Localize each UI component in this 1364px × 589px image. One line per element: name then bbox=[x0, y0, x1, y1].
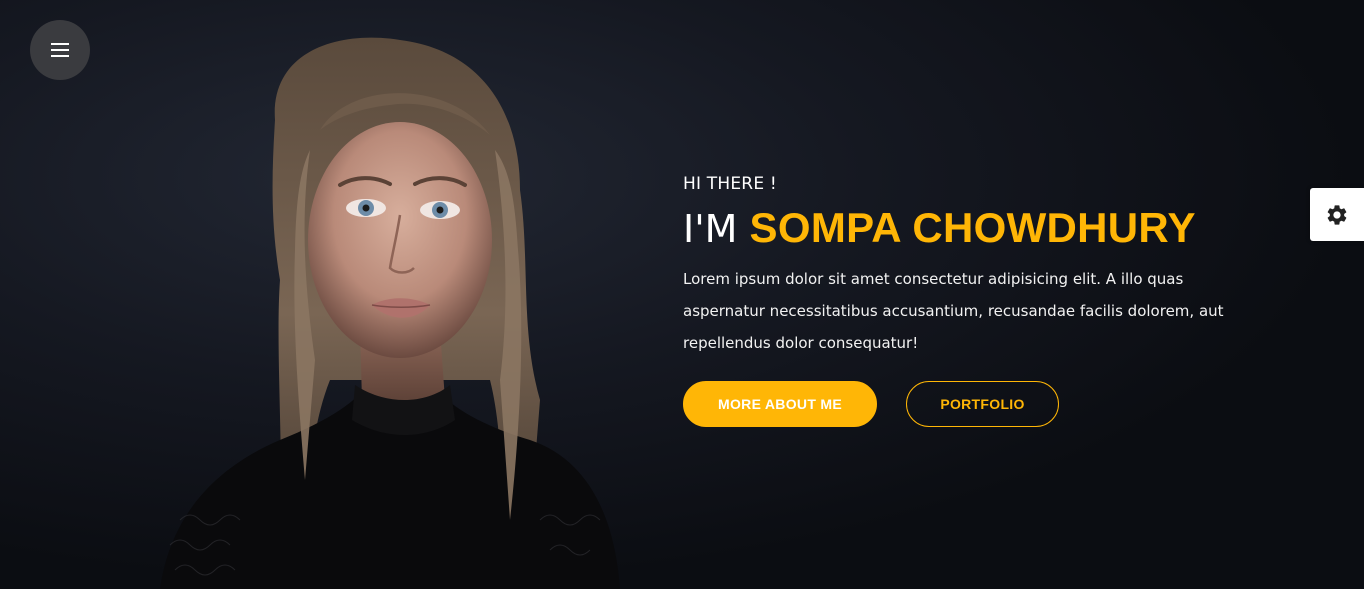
menu-toggle-button[interactable] bbox=[30, 20, 90, 80]
hero-intro: Lorem ipsum dolor sit amet consectetur a… bbox=[683, 270, 1224, 352]
hero-name: SOMPA CHOWDHURY bbox=[749, 204, 1196, 251]
hero-actions: MORE ABOUT ME PORTFOLIO bbox=[683, 381, 1243, 427]
hamburger-icon bbox=[51, 43, 69, 57]
hero-greeting: HI THERE ! bbox=[683, 174, 777, 194]
profile-portrait bbox=[160, 37, 620, 589]
settings-toggle-button[interactable] bbox=[1310, 188, 1364, 241]
hero-section: HI THERE ! I'M SOMPA CHOWDHURY Lorem ips… bbox=[0, 0, 1364, 589]
hero-headline: I'M SOMPA CHOWDHURY bbox=[683, 204, 1243, 253]
portfolio-button[interactable]: PORTFOLIO bbox=[906, 381, 1059, 427]
hero-content: HI THERE ! I'M SOMPA CHOWDHURY Lorem ips… bbox=[683, 170, 1243, 427]
more-about-me-button[interactable]: MORE ABOUT ME bbox=[683, 381, 877, 427]
headline-prefix: I'M bbox=[683, 207, 750, 251]
gear-icon bbox=[1327, 204, 1347, 225]
